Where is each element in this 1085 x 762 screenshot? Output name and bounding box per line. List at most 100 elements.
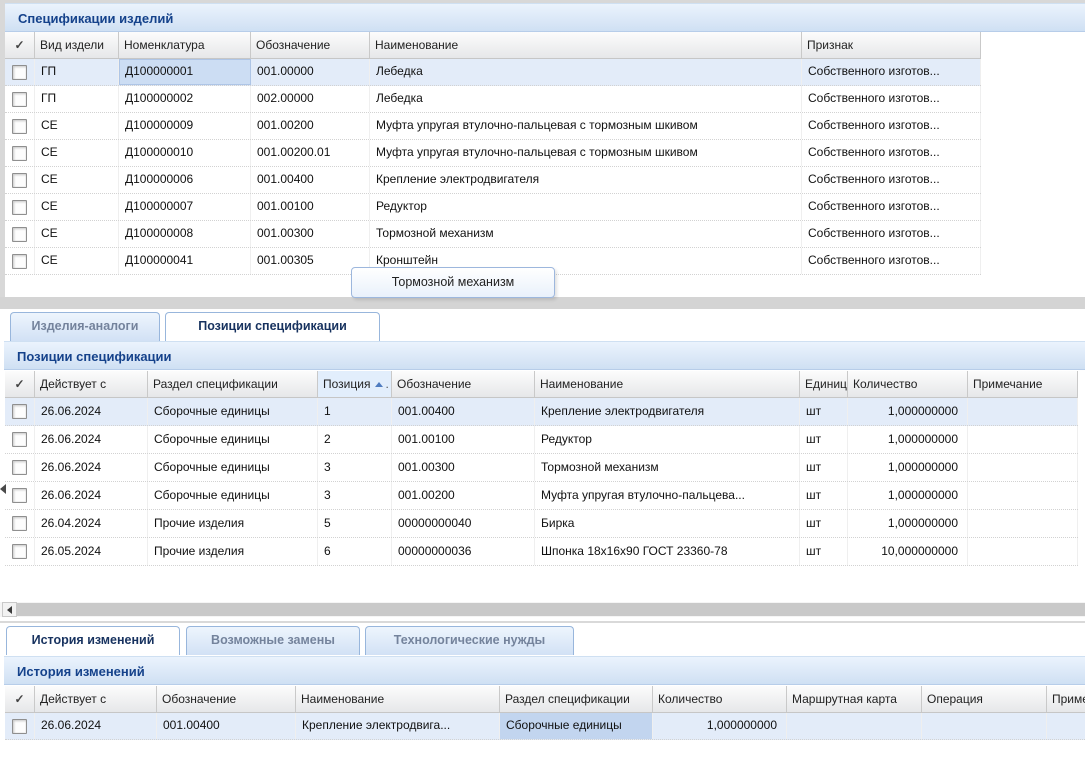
column-header-4[interactable]: Количество xyxy=(653,686,787,712)
table-cell[interactable] xyxy=(1047,713,1085,739)
checkbox[interactable] xyxy=(12,404,27,419)
table-cell[interactable]: шт xyxy=(800,398,848,425)
table-cell[interactable]: Прочие изделия xyxy=(148,538,318,565)
table-cell[interactable]: Муфта упругая втулочно-пальцева... xyxy=(535,482,800,509)
table-cell[interactable]: 3 xyxy=(318,482,392,509)
table-cell[interactable]: Шпонка 18x16x90 ГОСТ 23360-78 xyxy=(535,538,800,565)
table-cell[interactable]: Д100000001 xyxy=(119,59,251,85)
table-row[interactable]: 26.06.2024Сборочные единицы2001.00100Ред… xyxy=(5,426,1078,454)
table-cell[interactable]: Тормозной механизм xyxy=(535,454,800,481)
table-row[interactable]: СЕД100000007001.00100РедукторСобственног… xyxy=(5,194,981,221)
table-cell[interactable]: Д100000009 xyxy=(119,113,251,139)
table-cell[interactable]: Тормозной механизм xyxy=(370,221,802,247)
table-cell[interactable]: Собственного изготов... xyxy=(802,248,981,274)
checkbox[interactable] xyxy=(12,516,27,531)
column-header-0[interactable]: Вид издели xyxy=(35,32,119,58)
column-header-5[interactable]: Единица xyxy=(800,371,848,397)
table-cell[interactable] xyxy=(968,482,1078,509)
column-header-1[interactable]: Номенклатура xyxy=(119,32,251,58)
table-cell[interactable]: Лебедка xyxy=(370,59,802,85)
tab-1[interactable]: Позиции спецификации xyxy=(165,312,380,341)
checkbox[interactable] xyxy=(12,65,27,80)
table-cell[interactable]: СЕ xyxy=(35,248,119,274)
table-cell[interactable]: Д100000008 xyxy=(119,221,251,247)
checkbox[interactable] xyxy=(12,544,27,559)
table-cell[interactable]: Д100000006 xyxy=(119,167,251,193)
table-cell[interactable] xyxy=(968,538,1078,565)
table-cell[interactable]: 26.04.2024 xyxy=(35,510,148,537)
table-cell[interactable]: 26.06.2024 xyxy=(35,713,157,739)
tab-1[interactable]: Возможные замены xyxy=(186,626,360,655)
tab-0[interactable]: История изменений xyxy=(6,626,180,655)
checkbox[interactable] xyxy=(12,254,27,269)
tab-0[interactable]: Изделия-аналоги xyxy=(10,312,160,341)
table-cell[interactable]: Редуктор xyxy=(370,194,802,220)
horizontal-splitter[interactable] xyxy=(0,621,1085,623)
table-cell[interactable]: 26.06.2024 xyxy=(35,426,148,453)
column-header-5[interactable]: Маршрутная карта xyxy=(787,686,922,712)
table-cell[interactable] xyxy=(968,454,1078,481)
column-header-2[interactable]: Обозначение xyxy=(251,32,370,58)
table-cell[interactable]: Собственного изготов... xyxy=(802,140,981,166)
table-cell[interactable]: 001.00000 xyxy=(251,59,370,85)
table-row[interactable]: 26.06.2024Сборочные единицы1001.00400Кре… xyxy=(5,398,1078,426)
column-header-0[interactable]: Действует с xyxy=(35,686,157,712)
table-cell[interactable]: Крепление электродвигателя xyxy=(535,398,800,425)
table-cell[interactable]: Муфта упругая втулочно-пальцевая с тормо… xyxy=(370,140,802,166)
table-cell[interactable] xyxy=(968,398,1078,425)
table-cell[interactable]: СЕ xyxy=(35,140,119,166)
table-cell[interactable]: Сборочные единицы xyxy=(148,426,318,453)
table-row[interactable]: 26.05.2024Прочие изделия600000000036Шпон… xyxy=(5,538,1078,566)
table-cell[interactable]: шт xyxy=(800,426,848,453)
table-cell[interactable]: 1,000000000 xyxy=(848,510,968,537)
table-cell[interactable]: ГП xyxy=(35,59,119,85)
table-cell[interactable]: 3 xyxy=(318,454,392,481)
column-header-4[interactable]: Признак xyxy=(802,32,981,58)
table-cell[interactable]: 001.00300 xyxy=(251,221,370,247)
table-cell[interactable]: Сборочные единицы xyxy=(148,454,318,481)
table-cell[interactable]: ГП xyxy=(35,86,119,112)
table-cell[interactable]: Лебедка xyxy=(370,86,802,112)
table-cell[interactable]: Крепление электродвигателя xyxy=(370,167,802,193)
select-all-checkmark-icon[interactable]: ✓ xyxy=(5,32,35,58)
table-cell[interactable]: СЕ xyxy=(35,194,119,220)
table-cell[interactable]: Собственного изготов... xyxy=(802,221,981,247)
table-cell[interactable]: 26.06.2024 xyxy=(35,454,148,481)
table-cell[interactable]: СЕ xyxy=(35,167,119,193)
table-cell[interactable]: шт xyxy=(800,538,848,565)
table-cell[interactable]: 26.05.2024 xyxy=(35,538,148,565)
checkbox[interactable] xyxy=(12,488,27,503)
table-cell[interactable]: 2 xyxy=(318,426,392,453)
column-header-3[interactable]: Наименование xyxy=(370,32,802,58)
table-cell[interactable]: 26.06.2024 xyxy=(35,398,148,425)
table-cell[interactable]: 5 xyxy=(318,510,392,537)
table-row[interactable]: 26.04.2024Прочие изделия500000000040Бирк… xyxy=(5,510,1078,538)
table-cell[interactable]: Д100000010 xyxy=(119,140,251,166)
table-cell[interactable]: Собственного изготов... xyxy=(802,194,981,220)
checkbox[interactable] xyxy=(12,92,27,107)
column-header-7[interactable]: Примечание xyxy=(1047,686,1085,712)
table-cell[interactable]: Сборочные единицы xyxy=(148,482,318,509)
select-all-checkmark-icon[interactable]: ✓ xyxy=(5,686,35,712)
collapse-panel-handle[interactable] xyxy=(0,482,6,496)
column-header-7[interactable]: Примечание xyxy=(968,371,1078,397)
table-cell[interactable]: шт xyxy=(800,482,848,509)
column-header-2[interactable]: Наименование xyxy=(296,686,500,712)
column-header-1[interactable]: Обозначение xyxy=(157,686,296,712)
tab-2[interactable]: Технологические нужды xyxy=(365,626,574,655)
table-cell[interactable]: 001.00400 xyxy=(251,167,370,193)
table-row[interactable]: ГПД100000002002.00000ЛебедкаСобственного… xyxy=(5,86,981,113)
column-header-6[interactable]: Количество xyxy=(848,371,968,397)
horizontal-splitter[interactable] xyxy=(0,297,1085,309)
column-header-1[interactable]: Раздел спецификации xyxy=(148,371,318,397)
table-row[interactable]: СЕД100000008001.00300Тормозной механизмС… xyxy=(5,221,981,248)
checkbox[interactable] xyxy=(12,719,27,734)
table-cell[interactable]: Д100000002 xyxy=(119,86,251,112)
column-header-3[interactable]: Обозначение xyxy=(392,371,535,397)
table-cell[interactable] xyxy=(787,713,922,739)
checkbox[interactable] xyxy=(12,146,27,161)
table-cell[interactable]: Собственного изготов... xyxy=(802,86,981,112)
table-cell[interactable]: 00000000036 xyxy=(392,538,535,565)
table-cell[interactable]: 001.00400 xyxy=(392,398,535,425)
table-cell[interactable]: Бирка xyxy=(535,510,800,537)
